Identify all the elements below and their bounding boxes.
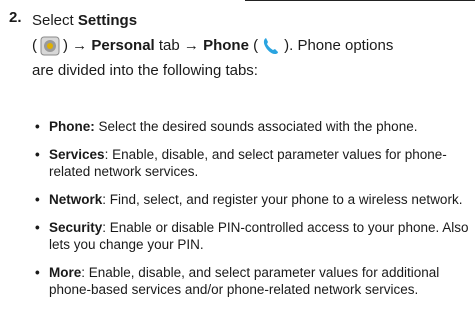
list-item-network: • Network: Find, select, and register you… [35, 191, 470, 208]
phone-handset-icon [261, 36, 281, 56]
bullet-icon: • [35, 192, 40, 207]
personal-label: Personal [91, 37, 155, 54]
phone-label: Phone [203, 37, 249, 54]
list-item-desc: : Enable, disable, and select parameter … [49, 265, 440, 297]
intro-tail-1: Phone options [297, 37, 394, 54]
list-item-desc: : Find, select, and register your phone … [102, 192, 463, 207]
step-number: 2. [9, 9, 22, 26]
open-paren: ( [32, 37, 37, 54]
list-item-desc: : Enable or disable PIN-controlled acces… [49, 220, 469, 252]
bullet-icon: • [35, 220, 40, 235]
list-item-term: Security [49, 220, 103, 235]
bullet-icon: • [35, 119, 40, 134]
list-item-phone: • Phone: Select the desired sounds associ… [35, 118, 470, 135]
list-item-security: • Security: Enable or disable PIN-control… [35, 219, 470, 253]
list-item-more: • More: Enable, disable, and select param… [35, 264, 470, 298]
tab-arrow: tab → [158, 37, 199, 54]
list-item-desc: : Enable, disable, and select parameter … [49, 147, 447, 179]
bullet-icon: • [35, 147, 40, 162]
list-item-term: Network [49, 192, 103, 207]
list-item-term: More [49, 265, 82, 280]
tab-descriptions-list: • Phone: Select the desired sounds associ… [35, 118, 470, 309]
select-word: Select [32, 12, 74, 29]
close-paren-period: ). [284, 37, 294, 54]
list-item-services: • Services: Enable, disable, and select p… [35, 146, 470, 180]
list-item-term: Phone: [49, 119, 95, 134]
settings-label: Settings [77, 12, 138, 29]
close-paren-arrow: ) → [63, 37, 88, 54]
top-rule [245, 0, 475, 1]
list-item-term: Services [49, 147, 105, 162]
step-instruction: Select Settings ( ) → Personal tab → Phon… [32, 8, 467, 83]
intro-tail-2: are divided into the following tabs: [32, 62, 258, 79]
list-item-desc: Select the desired sounds associated wit… [94, 119, 418, 134]
bullet-icon: • [35, 265, 40, 280]
settings-gear-icon [40, 36, 60, 56]
open-paren-2: ( [253, 37, 259, 54]
manual-page: 2. Select Settings ( ) → Personal tab → P… [0, 0, 475, 326]
